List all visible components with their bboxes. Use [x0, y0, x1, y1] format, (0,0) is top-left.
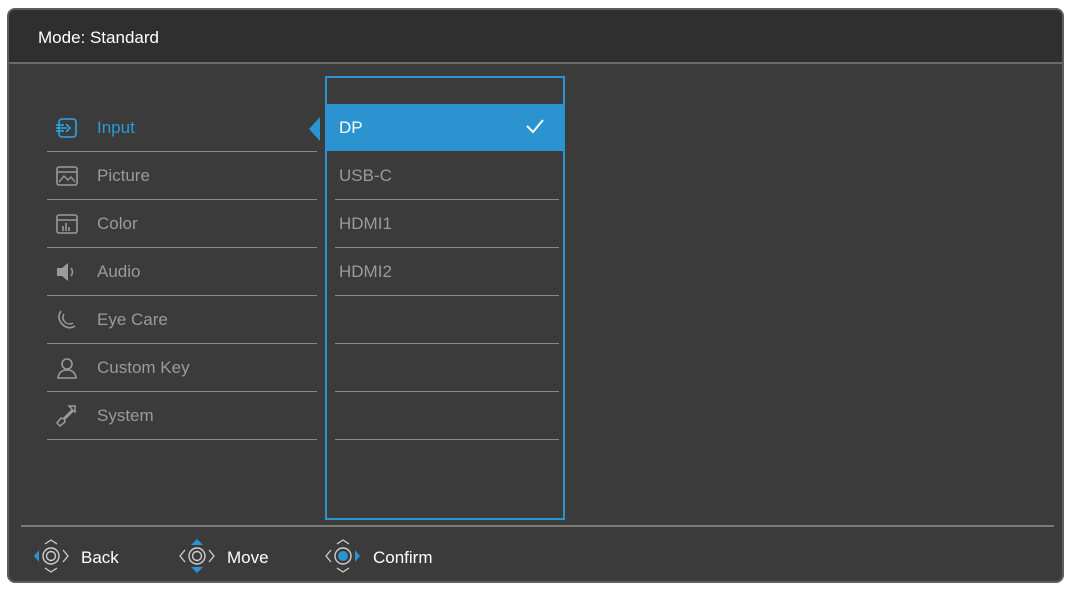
joystick-updown-icon — [179, 539, 215, 573]
main-menu: Input Picture Color Audio Eye Care Custo… — [47, 104, 317, 440]
osd-header: Mode: Standard — [9, 10, 1062, 64]
color-icon — [56, 214, 78, 234]
submenu-empty-row — [335, 296, 559, 344]
submenu-pointer — [309, 117, 320, 141]
osd-window: Mode: Standard Input Picture Color Audio… — [7, 8, 1064, 583]
menu-item-eye-care[interactable]: Eye Care — [47, 296, 317, 344]
menu-item-label: System — [97, 406, 154, 425]
input-icon — [56, 118, 77, 138]
submenu-item-label: HDMI1 — [339, 214, 392, 233]
back-label: Back — [81, 548, 119, 567]
submenu-item-label: USB-C — [339, 166, 392, 185]
move-hint[interactable]: Move — [175, 538, 305, 574]
menu-item-label: Custom Key — [97, 358, 190, 377]
submenu-item-hdmi2[interactable]: HDMI2 — [335, 248, 559, 296]
menu-item-label: Audio — [97, 262, 141, 281]
user-icon — [57, 358, 77, 379]
confirm-label: Confirm — [373, 548, 433, 567]
picture-icon — [56, 166, 78, 186]
submenu-item-label: DP — [339, 118, 363, 137]
menu-item-input[interactable]: Input — [47, 104, 317, 152]
joystick-press-icon — [325, 539, 360, 573]
eye-care-icon — [58, 310, 76, 329]
submenu-item-label: HDMI2 — [339, 262, 392, 281]
submenu-item-hdmi1[interactable]: HDMI1 — [335, 200, 559, 248]
menu-item-system[interactable]: System — [47, 392, 317, 440]
joystick-left-icon — [34, 539, 69, 573]
submenu-input: DP USB-C HDMI1 HDMI2 — [325, 76, 565, 520]
checkmark-icon — [526, 119, 544, 134]
footer-hints: Back Move Confirm — [9, 528, 1062, 581]
wrench-icon — [55, 405, 76, 428]
menu-item-label: Input — [97, 118, 135, 137]
submenu-empty-row — [335, 392, 559, 440]
submenu-item-dp[interactable]: DP — [327, 104, 563, 151]
footer-divider — [21, 525, 1054, 527]
menu-item-audio[interactable]: Audio — [47, 248, 317, 296]
menu-item-label: Eye Care — [97, 310, 168, 329]
submenu-empty-row — [335, 344, 559, 392]
menu-item-label: Picture — [97, 166, 150, 185]
menu-item-picture[interactable]: Picture — [47, 152, 317, 200]
submenu-item-usb-c[interactable]: USB-C — [335, 152, 559, 200]
mode-title: Mode: Standard — [38, 28, 159, 47]
move-label: Move — [227, 548, 269, 567]
menu-item-custom-key[interactable]: Custom Key — [47, 344, 317, 392]
back-hint[interactable]: Back — [29, 538, 149, 574]
speaker-icon — [57, 263, 74, 281]
confirm-hint[interactable]: Confirm — [321, 538, 471, 574]
menu-item-label: Color — [97, 214, 138, 233]
menu-item-color[interactable]: Color — [47, 200, 317, 248]
